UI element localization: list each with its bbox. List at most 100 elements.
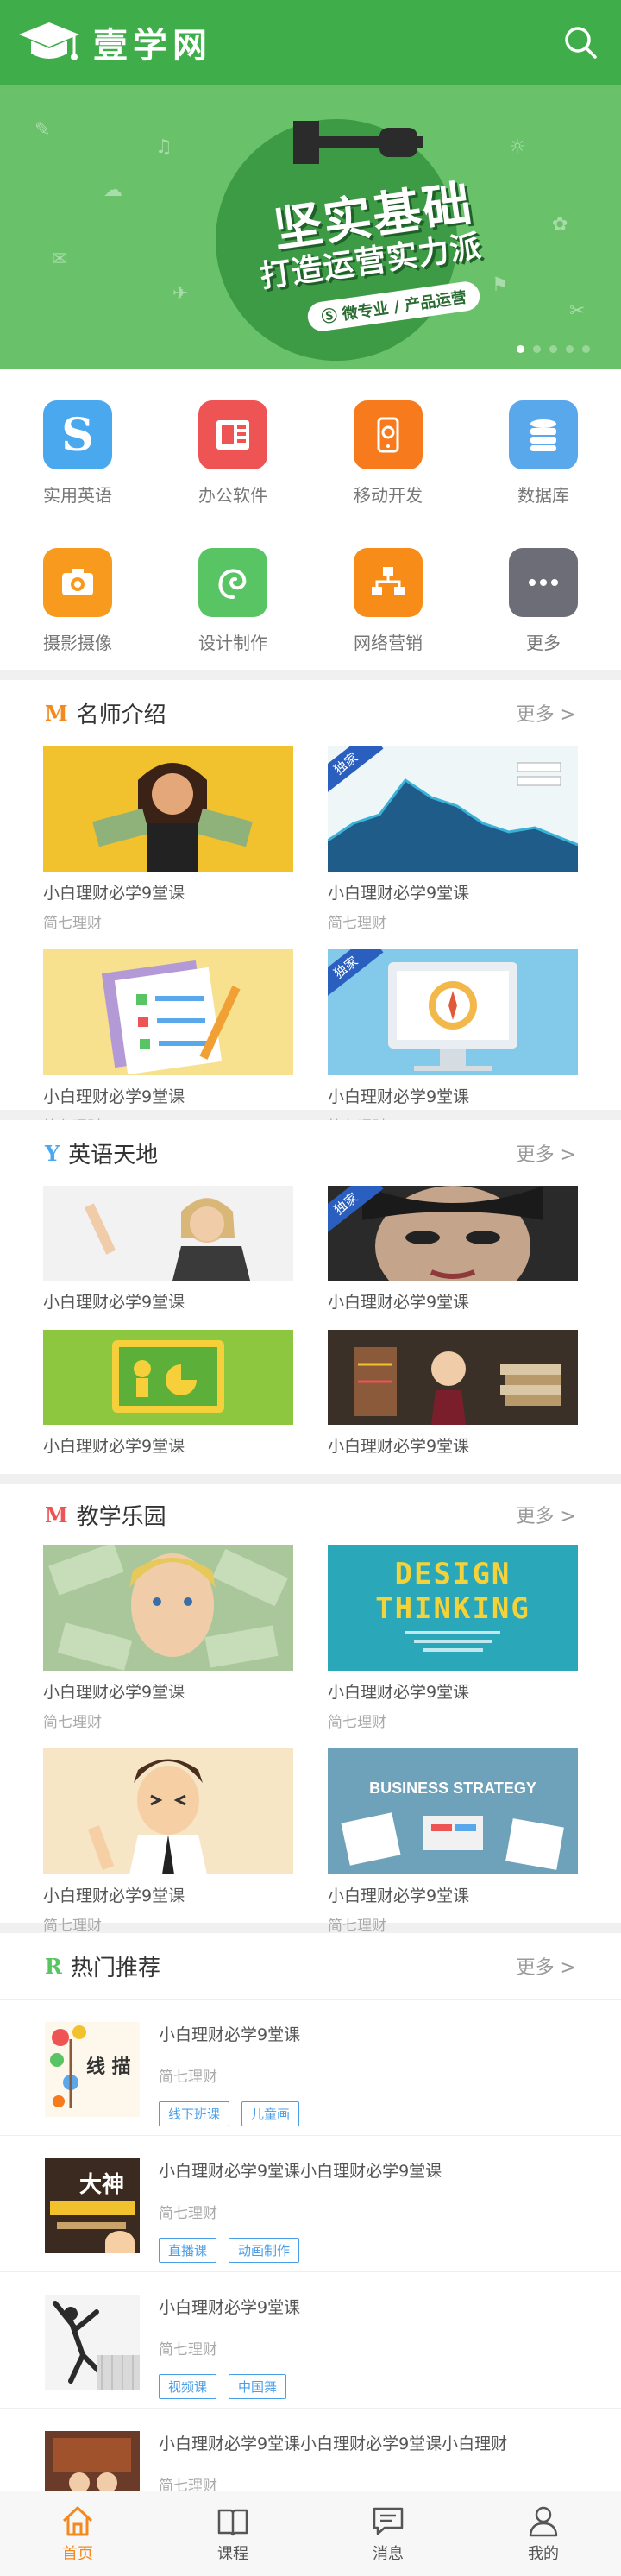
category-design[interactable]: 设计制作 — [155, 548, 310, 670]
category-office[interactable]: 办公软件 — [155, 400, 310, 522]
course-card[interactable]: 小白理财必学9堂课 — [43, 1330, 293, 1457]
course-thumbnail: 独家 — [328, 1186, 578, 1281]
tab-profile[interactable]: 我的 — [466, 2491, 621, 2576]
course-thumbnail — [43, 1186, 293, 1281]
course-author: 简七理财 — [159, 2205, 217, 2222]
course-card[interactable]: 独家 小白理财必学9堂课 — [328, 1186, 578, 1313]
carousel-dot[interactable] — [517, 345, 524, 353]
course-title: 小白理财必学9堂课 — [43, 1683, 185, 1702]
category-more[interactable]: 更多 — [466, 548, 621, 670]
course-card[interactable]: BUSINESS STRATEGY 小白理财必学9堂课 简七理财 — [328, 1748, 578, 1935]
tab-label: 课程 — [217, 2545, 248, 2563]
category-grid: S 实用英语 办公软件 移动开发 数据库 摄影摄像 设计制作 网络营销 更多 — [0, 369, 621, 670]
list-item[interactable]: 小白理财必学9堂课 简七理财 视频课 中国舞 — [0, 2271, 621, 2408]
course-card[interactable]: 小白理财必学9堂课 简七理财 — [43, 1545, 293, 1731]
course-title: 小白理财必学9堂课 — [43, 1087, 185, 1106]
course-card[interactable]: 小白理财必学9堂课 简七理财 — [43, 1748, 293, 1935]
more-link[interactable]: 更多 > — [517, 1952, 576, 1980]
carousel-dot[interactable] — [566, 345, 574, 353]
tab-home[interactable]: 首页 — [0, 2491, 155, 2576]
course-thumbnail — [328, 1330, 578, 1425]
category-label: 数据库 — [518, 485, 569, 506]
course-card[interactable]: 独家 小白理财必学9堂课 简七理财 — [328, 949, 578, 1136]
course-card[interactable]: 小白理财必学9堂课 简七理财 — [43, 746, 293, 932]
section-mark-icon: M — [45, 700, 68, 726]
more-dots-icon — [509, 548, 578, 617]
list-item[interactable]: 大神 小白理财必学9堂课小白理财必学9堂课 简七理财 直播课 动画制作 — [0, 2135, 621, 2271]
section-teachers: M 名师介绍 更多 > 小白理财必学9堂课 简七理财 独家 小白理财必学9堂课 … — [0, 670, 621, 1136]
course-author: 简七理财 — [159, 2478, 217, 2491]
section-header: R 热门推荐 更多 > — [0, 1933, 621, 1999]
category-label: 更多 — [526, 633, 561, 653]
s-letter-icon: S — [43, 400, 112, 469]
course-card[interactable]: 小白理财必学9堂课 简七理财 — [43, 949, 293, 1136]
category-photography[interactable]: 摄影摄像 — [0, 548, 155, 670]
logo-text: 壹学网 — [93, 25, 212, 66]
course-author: 简七理财 — [328, 915, 386, 932]
more-link[interactable]: 更多 > — [517, 1139, 576, 1167]
course-thumbnail — [43, 1748, 293, 1874]
category-marketing[interactable]: 网络营销 — [310, 548, 466, 670]
list-item[interactable]: 小白理财必学9堂课小白理财必学9堂课小白理财 简七理财 — [0, 2408, 621, 2491]
card-grid: 小白理财必学9堂课 独家 小白理财必学9堂课 小白理财必学9堂课 小白理财必学9… — [0, 1186, 621, 1474]
section-mark-icon: Y — [45, 1140, 60, 1166]
course-tag[interactable]: 儿童画 — [242, 2101, 300, 2126]
category-english[interactable]: S 实用英语 — [0, 400, 155, 522]
promo-banner[interactable]: ✎ ☁ ✉ ♫ ✈ ☼ ✿ ⚑ ✂ 坚实基础 打造运营实力派 Ⓢ 微专业 / 产… — [0, 85, 621, 369]
database-icon — [509, 400, 578, 469]
section-title: 热门推荐 — [70, 1955, 160, 1981]
carousel-dots — [517, 345, 590, 353]
search-button[interactable] — [559, 21, 602, 64]
doodle-icon: ☁ — [104, 180, 122, 201]
doodle-icon: ☼ — [509, 136, 526, 158]
course-author: 简七理财 — [159, 2069, 217, 2086]
category-label: 设计制作 — [198, 633, 267, 653]
section-mark-icon: M — [45, 1502, 68, 1527]
carousel-dot[interactable] — [533, 345, 541, 353]
course-title: 小白理财必学9堂课 — [328, 1886, 470, 1905]
section-mark-icon: R — [45, 1953, 62, 1979]
more-link[interactable]: 更多 > — [517, 699, 576, 727]
home-icon — [62, 2506, 93, 2536]
logo[interactable]: 壹学网 — [17, 17, 212, 67]
search-icon — [565, 27, 597, 59]
course-author: 简七理财 — [159, 2341, 217, 2359]
course-author: 简七理财 — [43, 1918, 102, 1935]
course-thumbnail — [43, 746, 293, 872]
section-english: Y 英语天地 更多 > 小白理财必学9堂课 独家 小白理财必学9堂课 小白理财必… — [0, 1120, 621, 1474]
list-item[interactable]: 线 描 小白理财必学9堂课 简七理财 线下班课 儿童画 — [0, 1999, 621, 2135]
course-title: 小白理财必学9堂课 — [43, 1886, 185, 1905]
course-tag[interactable]: 中国舞 — [229, 2374, 287, 2399]
course-thumbnail — [43, 949, 293, 1075]
category-database[interactable]: 数据库 — [466, 400, 621, 522]
doodle-icon: ✉ — [52, 249, 68, 270]
course-card[interactable]: 小白理财必学9堂课 — [43, 1186, 293, 1313]
course-title: 小白理财必学9堂课 — [43, 884, 185, 903]
doodle-icon: ✿ — [552, 214, 568, 236]
tag-list: 线下班课 儿童画 — [159, 2101, 300, 2126]
course-thumbnail — [43, 1330, 293, 1425]
section-title: 教学乐园 — [76, 1503, 166, 1530]
more-link[interactable]: 更多 > — [517, 1501, 576, 1528]
course-tag[interactable]: 线下班课 — [159, 2101, 230, 2126]
course-card[interactable]: DESIGN THINKING 小白理财必学9堂课 简七理财 — [328, 1545, 578, 1731]
tab-messages[interactable]: 消息 — [310, 2491, 466, 2576]
course-tag[interactable]: 直播课 — [159, 2238, 217, 2263]
category-mobile-dev[interactable]: 移动开发 — [310, 400, 466, 522]
hammer-icon — [293, 121, 423, 164]
course-author: 简七理财 — [43, 1714, 102, 1731]
course-author: 简七理财 — [43, 915, 102, 932]
carousel-dot[interactable] — [549, 345, 557, 353]
course-title: 小白理财必学9堂课小白理财必学9堂课小白理财 — [159, 2434, 508, 2453]
category-label: 移动开发 — [354, 485, 423, 506]
tab-courses[interactable]: 课程 — [155, 2491, 310, 2576]
course-thumbnail — [45, 2431, 140, 2491]
course-card[interactable]: 独家 小白理财必学9堂课 简七理财 — [328, 746, 578, 932]
carousel-dot[interactable] — [582, 345, 590, 353]
category-label: 网络营销 — [354, 633, 423, 653]
book-icon — [217, 2509, 248, 2536]
course-tag[interactable]: 动画制作 — [229, 2238, 300, 2263]
doodle-icon: ♫ — [155, 136, 172, 158]
course-card[interactable]: 小白理财必学9堂课 — [328, 1330, 578, 1457]
course-tag[interactable]: 视频课 — [159, 2374, 217, 2399]
